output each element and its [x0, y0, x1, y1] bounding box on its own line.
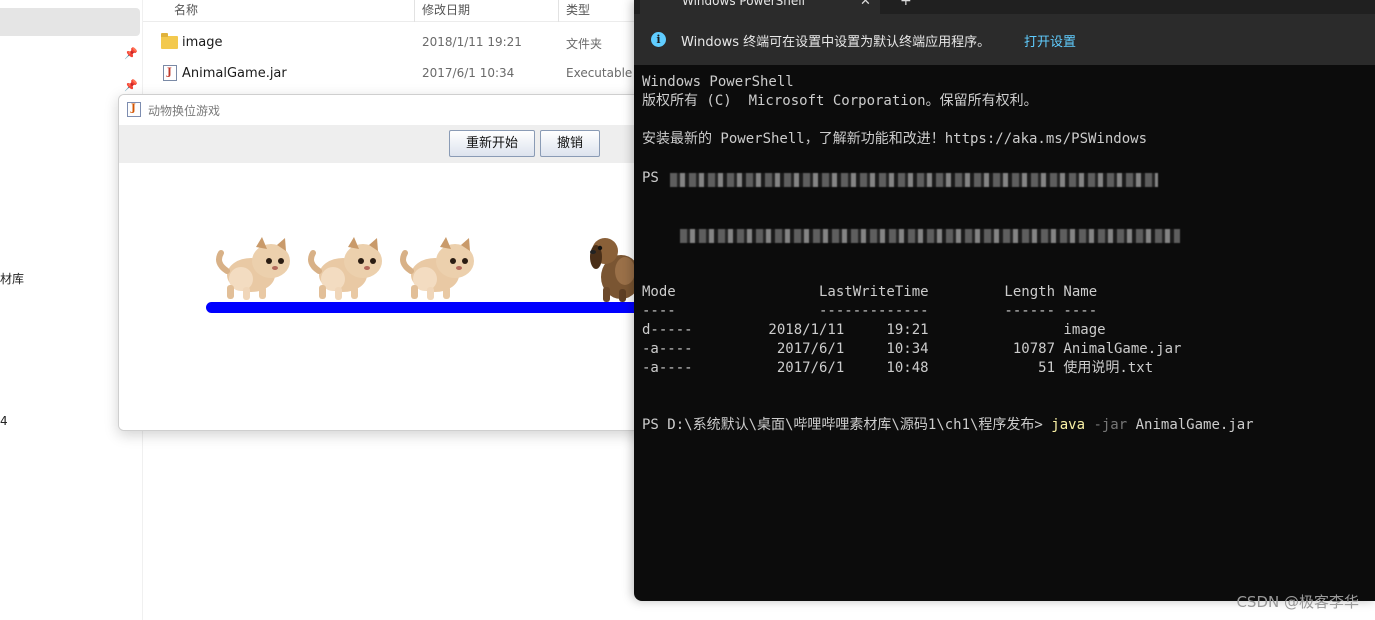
watermark: CSDN @极客李华: [1236, 593, 1359, 611]
table-row: -a---- 2017/6/1 10:48 51 使用说明.txt: [642, 360, 1154, 376]
column-header-date[interactable]: 修改日期: [422, 1, 470, 18]
jar-file-icon: [163, 65, 177, 81]
table-underline: ---- ------------- ------ ----: [642, 303, 1098, 319]
file-list-header: 名称 修改日期 类型: [143, 0, 635, 22]
game-toolbar: 重新开始 撤销: [119, 125, 647, 163]
desktop: 📌 📌 材库 4 名称 修改日期 类型 image 2018/1/11 19:2…: [0, 0, 1375, 620]
track-bar: [206, 302, 647, 313]
pin-icon[interactable]: 📌: [124, 47, 138, 60]
file-row[interactable]: image 2018/1/11 19:21 文件夹: [143, 29, 635, 57]
info-banner: i Windows 终端可在设置中设置为默认终端应用程序。 打开设置: [634, 14, 1375, 65]
restart-button[interactable]: 重新开始: [449, 130, 535, 157]
java-app-icon: [127, 102, 141, 117]
column-divider[interactable]: [414, 0, 415, 22]
folder-icon: [161, 33, 178, 49]
file-name: image: [182, 35, 223, 50]
output-line: 安装最新的 PowerShell，了解新功能和改进！https://aka.ms…: [642, 131, 1148, 147]
file-date: 2018/1/11 19:21: [422, 35, 522, 49]
redacted-path: [670, 173, 1158, 187]
table-row: d----- 2018/1/11 19:21 image: [642, 322, 1106, 338]
terminal-window: Windows PowerShell ✕ + i Windows 终端可在设置中…: [634, 0, 1375, 601]
column-header-name[interactable]: 名称: [174, 1, 198, 18]
undo-button[interactable]: 撤销: [540, 130, 600, 157]
sidebar-selected-item[interactable]: [0, 8, 140, 36]
game-window: 动物换位游戏 重新开始 撤销: [118, 94, 648, 431]
terminal-output[interactable]: Windows PowerShell 版权所有 (C) Microsoft Co…: [642, 65, 1367, 595]
file-date: 2017/6/1 10:34: [422, 66, 515, 80]
cat-piece[interactable]: [305, 235, 387, 301]
command-arg: AnimalGame.jar: [1127, 417, 1254, 433]
info-icon: i: [651, 32, 666, 47]
file-type: Executable: [566, 66, 633, 80]
cat-piece[interactable]: [213, 235, 295, 301]
column-divider[interactable]: [558, 0, 559, 22]
output-line: 版权所有 (C) Microsoft Corporation。保留所有权利。: [642, 93, 1038, 109]
close-icon[interactable]: ✕: [860, 0, 871, 9]
column-header-type[interactable]: 类型: [566, 1, 590, 18]
banner-message: Windows 终端可在设置中设置为默认终端应用程序。: [681, 35, 991, 50]
terminal-tab-bar: Windows PowerShell ✕ +: [634, 0, 1375, 14]
game-title: 动物换位游戏: [148, 104, 221, 118]
open-settings-link[interactable]: 打开设置: [1024, 31, 1076, 50]
file-row[interactable]: AnimalGame.jar 2017/6/1 10:34 Executable: [143, 60, 635, 88]
file-type: 文件夹: [566, 37, 603, 51]
game-canvas[interactable]: [119, 163, 647, 430]
new-tab-button[interactable]: +: [900, 0, 912, 9]
game-title-bar[interactable]: 动物换位游戏: [119, 95, 647, 125]
command-name: java: [1051, 417, 1086, 433]
cat-piece[interactable]: [397, 235, 479, 301]
table-row: -a---- 2017/6/1 10:34 10787 AnimalGame.j…: [642, 341, 1182, 357]
command-line: PS D:\系统默认\桌面\哔哩哔哩素材库\源码1\ch1\程序发布> java…: [642, 416, 1254, 435]
command-flag: -jar: [1085, 417, 1128, 433]
output-line: Windows PowerShell: [642, 74, 794, 90]
prompt-prefix: PS: [642, 170, 659, 186]
table-header: Mode LastWriteTime Length Name: [642, 284, 1098, 300]
sidebar-item-fragment[interactable]: 材库: [0, 270, 24, 287]
file-name: AnimalGame.jar: [182, 66, 287, 81]
pin-icon[interactable]: 📌: [124, 79, 138, 92]
terminal-tab-title: Windows PowerShell: [682, 0, 805, 8]
redacted-path: [680, 229, 1180, 243]
terminal-tab[interactable]: Windows PowerShell ✕: [640, 0, 880, 14]
prompt: PS D:\系统默认\桌面\哔哩哔哩素材库\源码1\ch1\程序发布>: [642, 417, 1052, 433]
sidebar-item-fragment[interactable]: 4: [0, 414, 8, 428]
